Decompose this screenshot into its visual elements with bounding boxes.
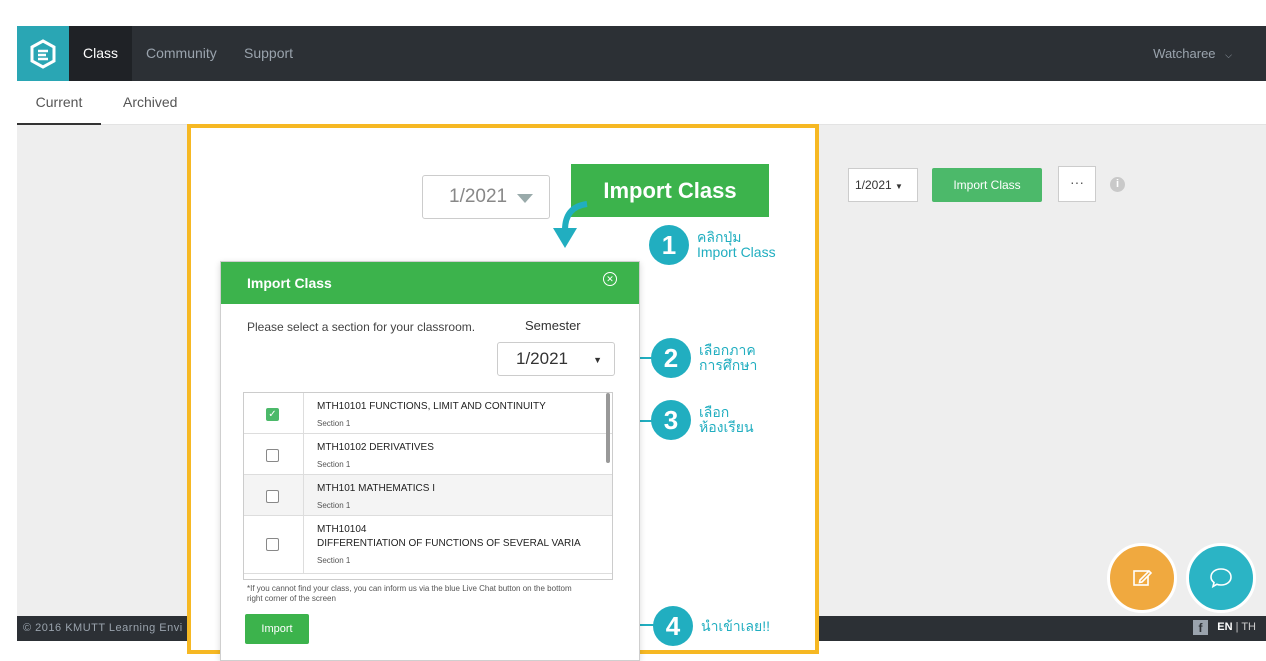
step-3-line-2: ห้องเรียน [699, 419, 754, 435]
tutorial-semester-value: 1/2021 [449, 186, 508, 207]
step-3-line-1: เลือก [699, 404, 730, 420]
checkbox[interactable] [266, 490, 279, 503]
footer-copyright: © 2016 KMUTT Learning Envi [23, 622, 183, 634]
caret-down-icon: ▼ [895, 182, 903, 191]
course-row[interactable]: MTH10104 DIFFERENTIATION OF FUNCTIONS OF… [244, 516, 612, 574]
class-tabs: Current Archived [17, 81, 1266, 125]
course-row[interactable]: ✓ MTH10101 FUNCTIONS, LIMIT AND CONTINUI… [244, 393, 612, 434]
semester-label: Semester [525, 318, 581, 333]
checkbox-checked[interactable]: ✓ [266, 408, 279, 421]
curved-arrow-icon [553, 201, 588, 248]
edit-icon [1133, 569, 1153, 586]
lang-en-link[interactable]: EN [1217, 621, 1232, 633]
semester-select[interactable]: 1/2021 ▼ [848, 168, 918, 202]
course-section: Section 1 [317, 556, 351, 565]
dialog-semester-select[interactable]: 1/2021 ▼ [497, 342, 615, 376]
dialog-prompt: Please select a section for your classro… [247, 320, 476, 334]
step-2: 2 เลือกภาค การศึกษา [651, 338, 757, 378]
row-divider [303, 393, 304, 433]
step-2-text: เลือกภาค การศึกษา [699, 343, 757, 373]
user-name: Watcharee [1153, 46, 1216, 61]
step-2-line-1: เลือกภาค [699, 342, 756, 358]
dialog-semester-value: 1/2021 [516, 349, 568, 368]
row-divider [303, 516, 304, 573]
nav-support[interactable]: Support [244, 26, 293, 81]
semester-select-value: 1/2021 [855, 178, 892, 192]
course-row[interactable]: MTH10102 DERIVATIVES Section 1 [244, 434, 612, 475]
list-scrollbar[interactable] [606, 393, 610, 463]
course-name: MTH10102 DERIVATIVES [317, 442, 434, 453]
lang-th-link[interactable]: TH [1241, 621, 1256, 633]
nav-community[interactable]: Community [146, 26, 217, 81]
course-section: Section 1 [317, 460, 351, 469]
step-4-line-1: นำเข้าเลย!! [701, 617, 770, 634]
course-name: MTH101 MATHEMATICS I [317, 483, 435, 494]
course-name: MTH10104 [317, 524, 367, 535]
caret-down-icon: ▼ [593, 355, 602, 365]
close-icon[interactable]: ✕ [603, 272, 617, 286]
language-switcher: EN | TH [1217, 621, 1256, 633]
step-3: 3 เลือก ห้องเรียน [651, 400, 754, 440]
nav-class[interactable]: Class [69, 26, 133, 81]
compose-button[interactable] [1107, 543, 1177, 613]
chevron-down-icon: ⌵ [1225, 50, 1232, 60]
info-icon[interactable]: i [1110, 177, 1125, 192]
step-1: 1 คลิกปุ่ม Import Class [649, 225, 776, 265]
step-2-line-2: การศึกษา [699, 357, 758, 373]
step-1-line-1: คลิกปุ่ม [697, 229, 742, 245]
import-class-dialog: Import Class ✕ Please select a section f… [220, 261, 640, 661]
facebook-icon[interactable]: f [1193, 620, 1208, 635]
checkbox[interactable] [266, 538, 279, 551]
step-1-number: 1 [649, 225, 689, 265]
logo-icon [30, 38, 56, 69]
tutorial-overlay: 1/2021 Import Class 1 คลิกปุ่ม Import Cl… [187, 124, 819, 661]
row-divider [303, 475, 304, 515]
tutorial-semester-select: 1/2021 [422, 175, 550, 219]
step-1-line-2: Import Class [697, 244, 776, 260]
row-divider [303, 434, 304, 474]
user-menu[interactable]: Watcharee ⌵ [1153, 26, 1232, 81]
course-row[interactable]: MTH101 MATHEMATICS I Section 1 [244, 475, 612, 516]
import-class-button[interactable]: Import Class [932, 168, 1042, 202]
step-4-text: นำเข้าเลย!! [701, 617, 770, 634]
step-4: 4 นำเข้าเลย!! [653, 606, 770, 646]
chat-bubble-icon [1210, 568, 1232, 589]
step-2-number: 2 [651, 338, 691, 378]
lang-separator: | [1235, 621, 1239, 633]
top-navbar: Class Community Support Watcharee ⌵ [17, 26, 1266, 81]
dialog-import-button[interactable]: Import [245, 614, 309, 644]
caret-down-icon [517, 194, 533, 203]
dialog-title: Import Class [247, 275, 332, 291]
dialog-header: Import Class ✕ [221, 262, 639, 304]
more-options-button[interactable]: ··· [1058, 166, 1096, 202]
tab-archived[interactable]: Archived [123, 81, 177, 125]
checkbox[interactable] [266, 449, 279, 462]
course-section: Section 1 [317, 501, 351, 510]
step-3-number: 3 [651, 400, 691, 440]
app-logo[interactable] [17, 26, 69, 81]
course-name: MTH10101 FUNCTIONS, LIMIT AND CONTINUITY [317, 401, 546, 412]
dialog-note: *If you cannot find your class, you can … [247, 584, 572, 603]
tutorial-import-button: Import Class [571, 164, 769, 217]
course-section: Section 1 [317, 419, 351, 428]
step-1-text: คลิกปุ่ม Import Class [697, 230, 776, 260]
course-list: ✓ MTH10101 FUNCTIONS, LIMIT AND CONTINUI… [243, 392, 613, 580]
step-4-number: 4 [653, 606, 693, 646]
live-chat-button[interactable] [1186, 543, 1256, 613]
step-3-text: เลือก ห้องเรียน [699, 405, 754, 435]
course-name-line-2: DIFFERENTIATION OF FUNCTIONS OF SEVERAL … [317, 538, 581, 549]
tab-current[interactable]: Current [17, 81, 101, 125]
